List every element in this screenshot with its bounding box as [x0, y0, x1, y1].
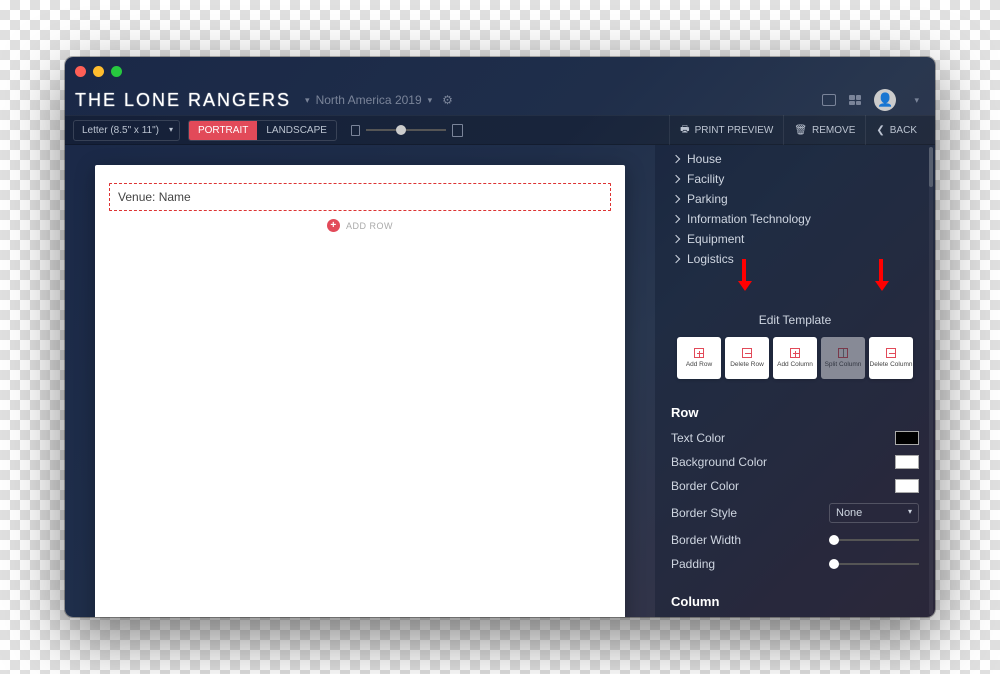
- page-small-icon: [351, 125, 360, 136]
- tour-selector[interactable]: North America 2019: [316, 93, 422, 107]
- scrollbar[interactable]: [929, 147, 933, 615]
- page-size-select[interactable]: Letter (8.5" x 11"): [73, 120, 180, 141]
- zoom-slider[interactable]: [366, 129, 446, 131]
- print-preview-label: PRINT PREVIEW: [695, 125, 774, 136]
- row-padding-label: Padding: [671, 557, 715, 571]
- edit-template-title: Edit Template: [655, 307, 935, 337]
- orientation-segment: PORTRAIT LANDSCAPE: [188, 120, 337, 141]
- window-controls: [75, 66, 122, 77]
- grid-view-icon[interactable]: [848, 94, 862, 106]
- close-icon[interactable]: [75, 66, 86, 77]
- row-bg-color-label: Background Color: [671, 455, 767, 469]
- toolbar: Letter (8.5" x 11") PORTRAIT LANDSCAPE 🖶…: [65, 115, 935, 145]
- landscape-button[interactable]: LANDSCAPE: [257, 121, 336, 140]
- annotation-arrows: [655, 277, 935, 307]
- row-border-style-select[interactable]: None: [829, 503, 919, 523]
- row-border-width-label: Border Width: [671, 533, 741, 547]
- delete-row-tile[interactable]: Delete Row: [725, 337, 769, 379]
- tile-label: Add Column: [777, 361, 813, 368]
- template-tiles: Add Row Delete Row Add Column Split Column D…: [655, 337, 935, 393]
- row-border-color-label: Border Color: [671, 479, 739, 493]
- chevron-down-icon[interactable]: ▾: [428, 95, 433, 106]
- tree-item[interactable]: Equipment: [673, 229, 931, 249]
- chevron-down-icon[interactable]: ▾: [305, 95, 310, 106]
- add-column-tile[interactable]: Add Column: [773, 337, 817, 379]
- tree-item[interactable]: House: [673, 149, 931, 169]
- row-border-width-slider[interactable]: [829, 539, 919, 541]
- tile-label: Add Row: [686, 361, 712, 368]
- chevron-left-icon: ❮: [876, 125, 884, 136]
- column-section: Column Text Color Background Color Borde…: [655, 582, 935, 617]
- page-large-icon: [452, 124, 463, 137]
- row-padding-slider[interactable]: [829, 563, 919, 565]
- split-icon: [838, 348, 848, 358]
- sidebar: HouseFacilityParkingInformation Technolo…: [655, 145, 935, 617]
- portrait-button[interactable]: PORTRAIT: [189, 121, 257, 140]
- avatar[interactable]: 👤: [874, 89, 896, 111]
- row-text-color-swatch[interactable]: [895, 431, 919, 445]
- minimize-icon[interactable]: [93, 66, 104, 77]
- tile-label: Split Column: [825, 361, 862, 368]
- print-preview-button[interactable]: 🖶 PRINT PREVIEW: [669, 115, 783, 145]
- tree-item[interactable]: Parking: [673, 189, 931, 209]
- category-tree: HouseFacilityParkingInformation Technolo…: [655, 145, 935, 277]
- remove-label: REMOVE: [812, 125, 855, 136]
- row-section-title: Row: [671, 399, 919, 426]
- canvas-area: Venue: Name + ADD ROW: [65, 145, 655, 617]
- card-view-icon[interactable]: [822, 94, 836, 106]
- row-border-style-label: Border Style: [671, 506, 737, 520]
- trash-icon: 🗑: [794, 125, 807, 136]
- minus-icon: [742, 348, 752, 358]
- print-icon: 🖶: [680, 122, 689, 139]
- back-button[interactable]: ❮ BACK: [865, 115, 927, 145]
- plus-icon: +: [327, 219, 340, 232]
- chevron-down-icon[interactable]: ▾: [914, 95, 919, 106]
- maximize-icon[interactable]: [111, 66, 122, 77]
- add-row-button[interactable]: + ADD ROW: [109, 219, 611, 232]
- split-column-tile: Split Column: [821, 337, 865, 379]
- page-canvas[interactable]: Venue: Name + ADD ROW: [95, 165, 625, 617]
- tree-item[interactable]: Logistics: [673, 249, 931, 269]
- tree-item[interactable]: Information Technology: [673, 209, 931, 229]
- column-section-title: Column: [671, 588, 919, 615]
- row-border-color-swatch[interactable]: [895, 479, 919, 493]
- tile-label: Delete Column: [870, 361, 913, 368]
- back-label: BACK: [890, 125, 917, 136]
- minus-icon: [886, 348, 896, 358]
- venue-row[interactable]: Venue: Name: [109, 183, 611, 211]
- delete-column-tile[interactable]: Delete Column: [869, 337, 913, 379]
- gear-icon[interactable]: ⚙: [442, 93, 453, 107]
- add-row-tile[interactable]: Add Row: [677, 337, 721, 379]
- row-bg-color-swatch[interactable]: [895, 455, 919, 469]
- app-header: THE LONE RANGERS ▾ North America 2019 ▾ …: [65, 85, 935, 115]
- titlebar: [65, 57, 935, 85]
- app-logo: THE LONE RANGERS: [75, 90, 291, 111]
- tree-item[interactable]: Facility: [673, 169, 931, 189]
- add-row-label: ADD ROW: [346, 221, 393, 231]
- row-section: Row Text Color Background Color Border C…: [655, 393, 935, 582]
- tile-label: Delete Row: [730, 361, 764, 368]
- plus-icon: [694, 348, 704, 358]
- row-text-color-label: Text Color: [671, 431, 725, 445]
- plus-icon: [790, 348, 800, 358]
- remove-button[interactable]: 🗑 REMOVE: [783, 115, 865, 145]
- app-window: THE LONE RANGERS ▾ North America 2019 ▾ …: [65, 57, 935, 617]
